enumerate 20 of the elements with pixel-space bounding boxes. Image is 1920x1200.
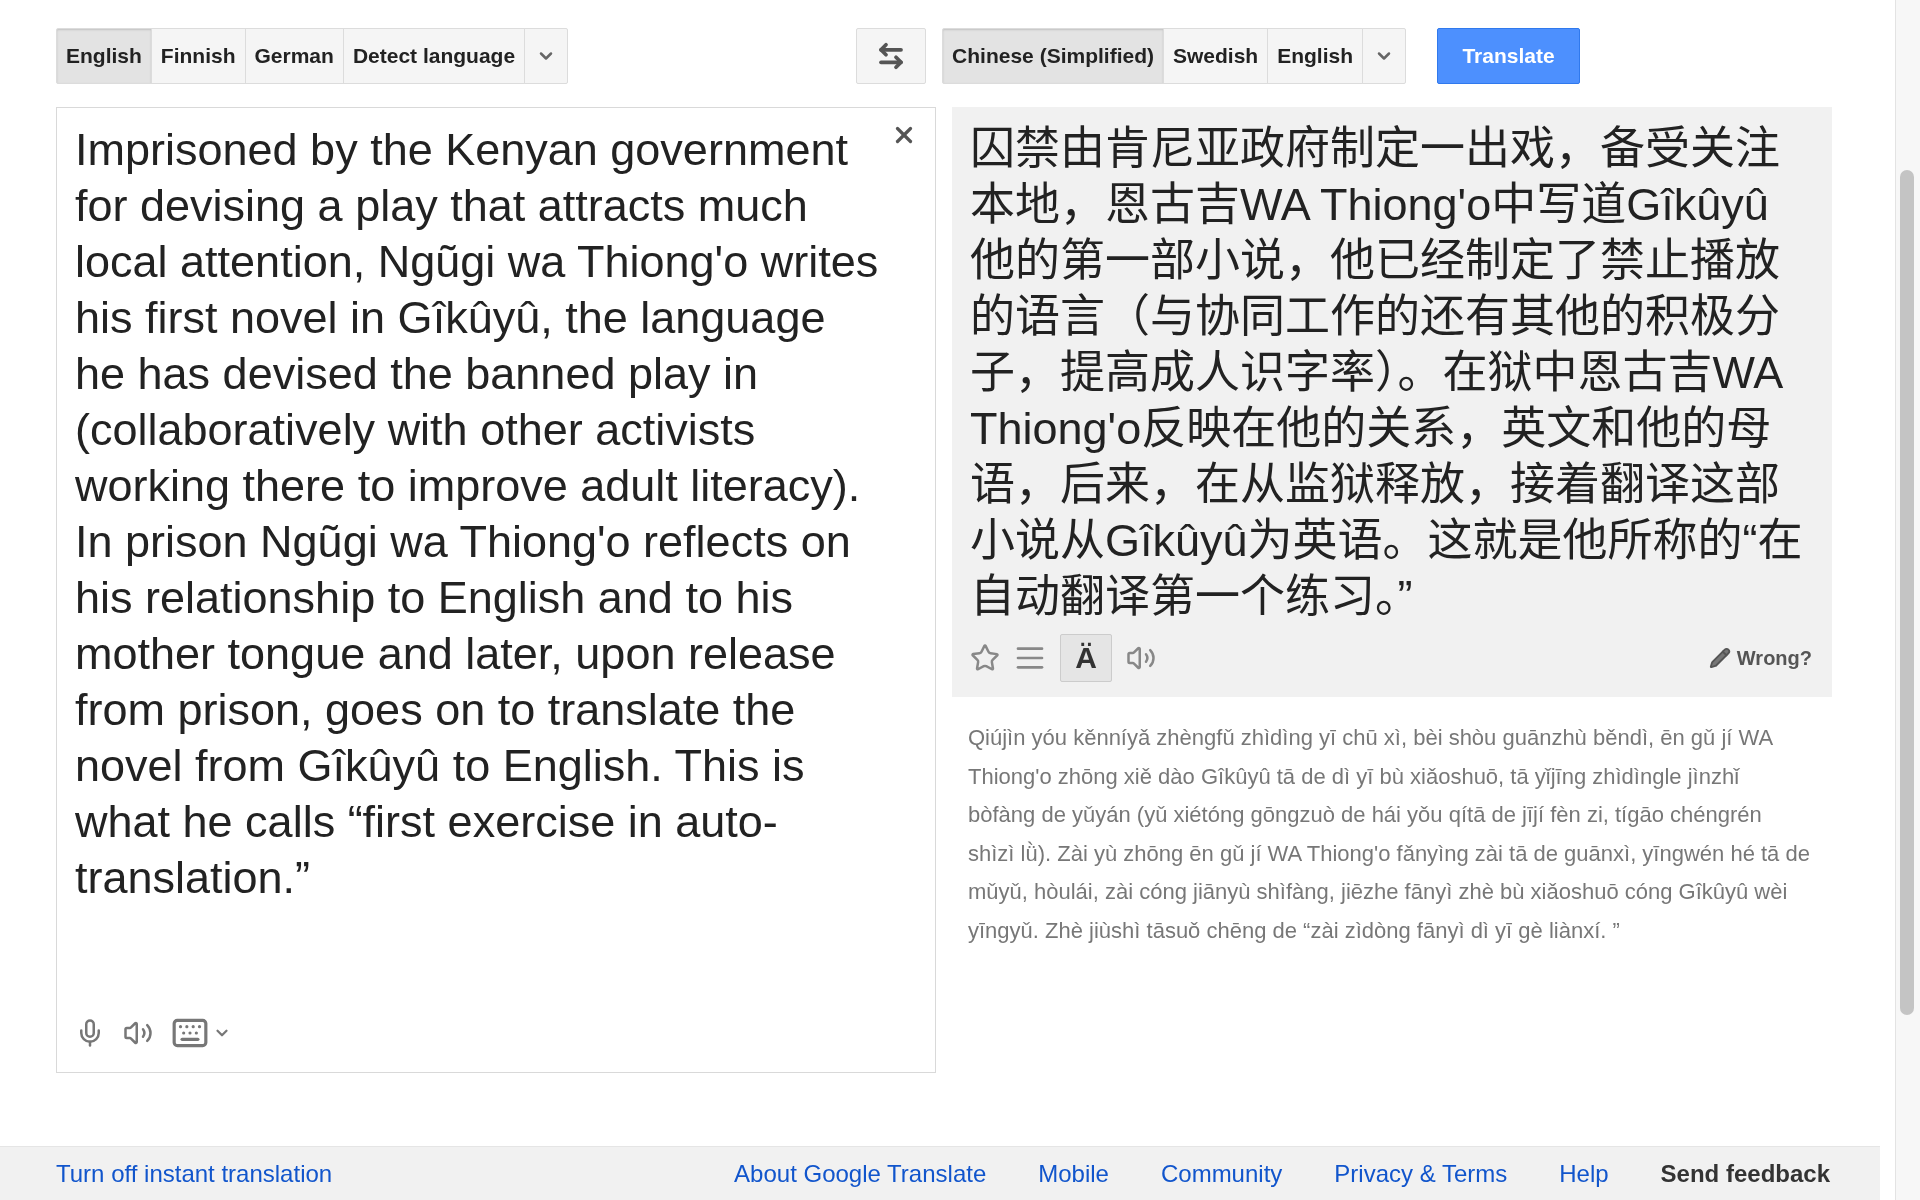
footer-link[interactable]: About Google Translate — [734, 1159, 987, 1188]
footer-link[interactable]: Privacy & Terms — [1334, 1159, 1508, 1188]
translation-text: 囚禁由肯尼亚政府制定一出戏，备受关注本地，恩古吉WA Thiong'o中写道Gîkûyû他的第一部小说，他已经制定了禁止播放的语言（与协同工作的还有其他的积极分子，提高成人识字率）。在狱中恩古吉WA Thiong'o反映在他的关系，英文和他的母语，后来，在从监狱释放，接着翻译这部小说从Gîkûyû为英语。这就是他所称的“在自动翻译第一个练习。” — [970, 122, 1804, 624]
source-language-tab[interactable]: Finnish — [150, 28, 246, 84]
instant-translation-link[interactable]: Turn off instant translation — [56, 1159, 333, 1188]
footer-link[interactable]: Help — [1559, 1159, 1609, 1188]
footer-link[interactable]: Mobile — [1038, 1159, 1109, 1188]
phonetic-toggle[interactable]: Ä — [1060, 634, 1112, 682]
target-language-tab[interactable]: English — [1267, 28, 1363, 84]
footer-link[interactable]: Community — [1160, 1159, 1283, 1188]
source-language-tab[interactable]: Detect language — [342, 28, 526, 84]
source-language-tab[interactable]: English — [56, 28, 152, 84]
target-language-tab[interactable]: Swedish — [1162, 28, 1269, 84]
wrong-link[interactable]: Wrong? — [1708, 646, 1812, 670]
wrong-label[interactable]: Wrong? — [1736, 646, 1812, 670]
send-feedback-link[interactable]: Send feedback — [1660, 1159, 1830, 1188]
source-text-field[interactable]: Imprisoned by the Kenyan government for devising a play that attracts much local attention, Ngũgi wa Thiong'o writes his first novel in Gîkûyû, the language he has devised the banned play in (collaboratively with other activists working there to improve adult literacy). In prison Ngũgi wa Thiong'o reflects on his relationship to English and to his mother tongue and later, upon release from prison, goes on to translate the novel from Gîkûyû to English. This is what he calls “first exercise in auto-translation.” — [56, 107, 936, 1073]
target-language-tab[interactable]: Chinese (Simplified) — [942, 28, 1164, 84]
source-language-tab[interactable]: German — [244, 28, 344, 84]
romanization-text: Qiújìn yóu kěnníyǎ zhèngfǔ zhìdìng yī chū xì, bèi shòu guānzhù běndì, ēn gǔ jí WA Thiong'o zhōng xiě dào Gîkûyû tā de dì yī bù xiǎoshuō, tā yǐjīng zhìdìngle jìnzhǐ bòfàng de yǔyán (yǔ xiétóng gōngzuò de hái yǒu qítā de jījí fèn zi, tígāo chéngrén shìzì lǜ). Zài yù zhōng ēn gǔ jí WA Thiong'o fǎnyìng zài tā de guānxì, yīngwén hé tā de mǔyǔ, hòulái, zài cóng jiānyù shìfàng, jiēzhe fānyì zhè bù xiǎoshuō cóng Gîkûyû wèi yīngyǔ. Zhè jiùshì tāsuǒ chēng de “zài zìdòng fānyì dì yī gè liànxí. ” — [967, 724, 1811, 945]
